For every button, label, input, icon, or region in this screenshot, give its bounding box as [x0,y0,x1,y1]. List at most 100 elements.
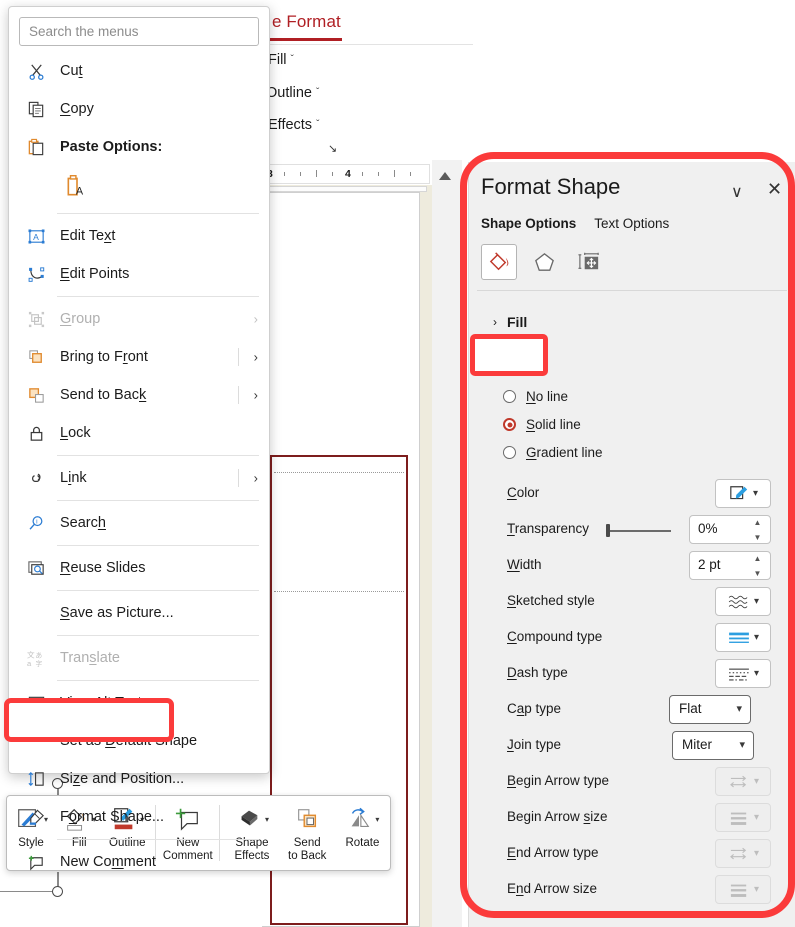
svg-text:a: a [27,659,32,668]
width-value: 2 pt [698,557,721,572]
dialog-launcher-icon[interactable]: ↘ [328,143,340,155]
search-input[interactable] [19,17,259,46]
section-fill[interactable]: › Fill [493,314,527,330]
format-shape-panel[interactable]: Format Shape ∨ ✕ Shape Options Text Opti… [468,162,795,927]
join-type-combo[interactable]: Miter ▾ [672,731,754,760]
tab-text-options[interactable]: Text Options [594,216,669,231]
chevron-down-icon: ▾ [753,596,760,607]
chevron-right-icon[interactable]: › [254,350,258,365]
vertical-scrollbar[interactable] [432,160,462,927]
property-label-end-arrow-size: End Arrow size [507,881,598,896]
width-spinner[interactable]: 2 pt ▲ ▼ [689,551,771,580]
radio-button-icon[interactable] [503,390,516,403]
radio-button-icon[interactable] [503,446,516,459]
ribbon-tab-shape-format[interactable]: e Format [272,12,341,32]
menu-item-edit-points-label: Edit Points [60,266,130,282]
menu-item-lock[interactable]: Lock [9,414,269,452]
effects-pentagon-icon[interactable] [526,244,562,280]
transparency-slider-track[interactable] [609,530,671,532]
close-icon[interactable]: ✕ [767,180,782,198]
chevron-down-icon: ▾ [753,776,760,787]
paste-gallery[interactable]: A [9,166,269,210]
chevron-down-icon: ▾ [739,739,745,751]
menu-item-send-to-back[interactable]: Send to Back › [9,376,269,414]
ribbon-item-outline[interactable]: Outline ˇ [266,85,319,101]
chevron-down-icon[interactable]: ∨ [731,182,743,202]
context-menu-list: Cut Copy Paste Options: A A Edit Text Ed… [9,52,269,881]
mini-toolbar-rotate-button[interactable]: ▾ Rotate [335,796,390,870]
menu-item-reuse-slides[interactable]: Reuse Slides [9,549,269,587]
compound-type-button[interactable]: ▾ [715,623,771,652]
menu-item-edit-text[interactable]: A Edit Text [9,217,269,255]
edit-text-icon: A [23,224,49,248]
color-picker-button[interactable]: ▾ [715,479,771,508]
radio-gradient-line[interactable]: Gradient line [503,445,603,460]
menu-item-format-shape[interactable]: Format Shape... [9,798,269,836]
chevron-right-icon[interactable]: › [254,471,258,486]
submenu-divider [238,348,239,366]
menu-item-search[interactable]: i Search [9,504,269,542]
size-and-properties-icon[interactable] [571,244,607,280]
radio-button-selected-icon[interactable] [503,418,516,431]
radio-solid-line[interactable]: Solid line [503,417,581,432]
begin-arrow-type-button[interactable]: ▾ [715,767,771,796]
property-label-cap-type: Cap type [507,701,562,716]
spinner-down-icon: ▼ [753,533,762,542]
selection-edge-line [0,891,52,893]
menu-item-save-as-picture[interactable]: Save as Picture... [9,594,269,632]
transparency-spinner[interactable]: 0% ▲ ▼ [689,515,771,544]
mini-toolbar-send-to-back-button[interactable]: Send to Back [280,796,335,870]
ribbon-item-fill[interactable]: Fill ˇ [268,52,294,68]
paste-keep-text-icon[interactable]: A [64,173,90,204]
property-label-color: Color [507,485,540,500]
search-magnifier-icon: i [23,511,49,535]
cap-type-combo[interactable]: Flat ▾ [669,695,751,724]
menu-divider [57,296,259,297]
menu-item-copy[interactable]: Copy [9,90,269,128]
spinner-buttons[interactable]: ▲ ▼ [752,555,763,578]
svg-text:文: 文 [27,649,35,659]
menu-item-paste-options[interactable]: Paste Options: [9,128,269,166]
transparency-value: 0% [698,521,718,536]
menu-item-group[interactable]: Group › [9,300,269,338]
menu-item-link[interactable]: Link › [9,459,269,497]
menu-item-save-as-picture-label: Save as Picture... [60,605,174,621]
chevron-down-icon: ˇ [315,87,320,98]
ribbon-item-fill-label: Fill [268,52,287,68]
property-label-begin-arrow-size: Begin Arrow size [507,809,608,824]
begin-arrow-size-button[interactable]: ▾ [715,803,771,832]
menu-item-bring-to-front[interactable]: Bring to Front › [9,338,269,376]
menu-item-cut[interactable]: Cut [9,52,269,90]
dash-type-button[interactable]: ▾ [715,659,771,688]
copy-icon [23,97,49,121]
radio-no-line[interactable]: No line [503,389,568,404]
translate-icon: 文あa字 [23,646,49,670]
menu-item-translate[interactable]: 文あa字 Translate [9,639,269,677]
fill-and-line-icon[interactable] [481,244,517,280]
tab-shape-options[interactable]: Shape Options [481,216,576,231]
property-label-begin-arrow-type: Begin Arrow type [507,773,610,788]
property-row-begin-arrow-type: Begin Arrow type ▾ [469,765,795,799]
spinner-up-icon: ▲ [753,554,762,563]
property-row-begin-arrow-size: Begin Arrow size ▾ [469,801,795,835]
rotate-handle[interactable] [52,886,63,897]
menu-item-size-and-position[interactable]: Size and Position... [9,760,269,798]
spinner-up-icon: ▲ [753,518,762,527]
menu-divider [57,455,259,456]
cap-type-value: Flat [679,701,702,716]
sketched-style-button[interactable]: ▾ [715,587,771,616]
context-menu[interactable]: Cut Copy Paste Options: A A [8,6,270,871]
svg-text:A: A [33,231,39,241]
end-arrow-type-button[interactable]: ▾ [715,839,771,868]
scroll-up-arrow-icon[interactable] [439,172,451,180]
chevron-right-icon[interactable]: › [254,388,258,403]
panel-tab-rule [477,290,787,291]
menu-item-new-comment[interactable]: New Comment [9,843,269,881]
ribbon-item-effects[interactable]: Effects ˇ [268,117,319,133]
property-row-width: Width 2 pt ▲ ▼ [469,549,795,583]
end-arrow-size-button[interactable]: ▾ [715,875,771,904]
spinner-buttons[interactable]: ▲ ▼ [752,519,763,542]
menu-divider [57,839,259,840]
transparency-slider-thumb[interactable] [606,524,610,537]
menu-item-edit-points[interactable]: Edit Points [9,255,269,293]
